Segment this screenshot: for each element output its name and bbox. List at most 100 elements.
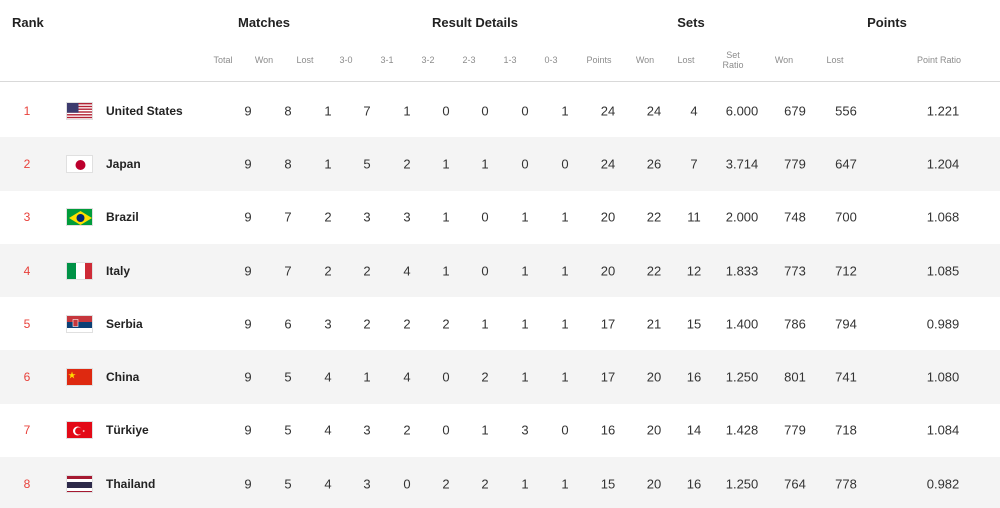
col-lost[interactable]: Lost [296,55,313,65]
team-name[interactable]: Japan [106,157,141,171]
sets-won-cell: 26 [646,156,662,172]
team-name[interactable]: China [106,370,139,384]
r23-cell: 0 [481,103,489,119]
point-ratio-cell: 1.068 [926,209,960,225]
pts-lost-cell: 700 [835,209,857,225]
pts-lost-cell: 718 [835,422,857,438]
col-sets-lost[interactable]: Lost [677,55,694,65]
col-total[interactable]: Total [213,55,232,65]
brazil-flag-icon [66,208,93,227]
pts-won-cell: 801 [784,369,806,385]
r13-cell: 3 [521,422,529,438]
col-points[interactable]: Points [586,55,611,65]
col-set-ratio-line2: Ratio [722,60,744,70]
standings-group-header: Rank Matches Result Details Sets Points [0,0,1000,44]
pts-won-cell: 779 [784,156,806,172]
points-cell: 20 [600,263,616,279]
lost-cell: 1 [324,156,332,172]
total-cell: 9 [244,476,252,492]
sets-won-cell: 20 [646,369,662,385]
sets-header[interactable]: Sets [677,15,704,30]
table-row[interactable]: 5 Serbia 9 6 3 2 2 2 1 1 1 17 21 15 1.400 786 794 0.989 [0,297,1000,350]
r13-cell: 0 [521,156,529,172]
thailand-flag-icon [66,474,93,493]
col-point-ratio[interactable]: Point Ratio [917,55,961,65]
sets-lost-cell: 16 [686,369,702,385]
won-cell: 7 [284,263,292,279]
sets-won-cell: 20 [646,422,662,438]
table-row[interactable]: 4 Italy 9 7 2 2 4 1 0 1 1 20 22 12 1.833 773 712 1.085 [0,243,1000,298]
rank-cell: 7 [23,423,31,438]
r32-cell: 2 [442,476,450,492]
table-row[interactable]: 3 Brazil 9 7 2 3 3 1 0 1 1 20 22 11 2.000 748 700 1.068 [0,191,1000,244]
r30-cell: 7 [363,103,371,119]
table-row[interactable]: 1 United States 9 8 1 7 1 0 0 0 1 24 24 4 6.000 679 556 1… [0,84,1000,137]
col-set-ratio[interactable]: Set Ratio [722,50,743,70]
r30-cell: 3 [363,422,371,438]
r30-cell: 2 [363,316,371,332]
r30-cell: 5 [363,156,371,172]
team-name[interactable]: Serbia [106,317,143,331]
total-cell: 9 [244,209,252,225]
col-1-3[interactable]: 1-3 [503,55,516,65]
lost-cell: 2 [324,209,332,225]
r32-cell: 1 [442,209,450,225]
lost-cell: 4 [324,476,332,492]
turkiye-flag-icon [66,421,93,440]
sets-lost-cell: 14 [686,422,702,438]
team-name[interactable]: United States [106,104,183,118]
col-sets-won[interactable]: Won [636,55,654,65]
table-row[interactable]: 6 China 9 5 4 1 4 0 2 1 1 17 20 16 1.250 801 741 1.080 [0,350,1000,404]
points-header[interactable]: Points [867,15,907,30]
team-name[interactable]: Thailand [106,477,155,491]
matches-header[interactable]: Matches [238,15,290,30]
r13-cell: 0 [521,103,529,119]
col-won[interactable]: Won [255,55,273,65]
pts-lost-cell: 556 [835,103,857,119]
rank-cell: 5 [23,316,31,331]
r23-cell: 1 [481,316,489,332]
china-flag-icon [66,368,93,387]
r23-cell: 2 [481,369,489,385]
won-cell: 8 [284,156,292,172]
total-cell: 9 [244,156,252,172]
col-points-won[interactable]: Won [775,55,793,65]
team-name[interactable]: Brazil [106,210,139,224]
r03-cell: 1 [561,316,569,332]
table-row[interactable]: 2 Japan 9 8 1 5 2 1 1 0 0 24 26 7 3.714 779 647 1.204 [0,137,1000,191]
col-2-3[interactable]: 2-3 [462,55,475,65]
team-name[interactable]: Italy [106,264,130,278]
point-ratio-cell: 1.085 [926,263,960,279]
r13-cell: 1 [521,209,529,225]
table-row[interactable]: 8 Thailand 9 5 4 3 0 2 2 1 1 15 20 16 1.250 764 778 0.982 [0,457,1000,508]
col-3-0[interactable]: 3-0 [339,55,352,65]
r31-cell: 4 [403,263,411,279]
r32-cell: 0 [442,422,450,438]
col-points-lost[interactable]: Lost [826,55,843,65]
point-ratio-cell: 0.989 [926,316,960,332]
point-ratio-cell: 1.084 [926,422,960,438]
won-cell: 5 [284,369,292,385]
set-ratio-cell: 1.250 [725,476,759,492]
set-ratio-cell: 6.000 [725,103,759,119]
team-name[interactable]: Türkiye [106,423,149,437]
r30-cell: 2 [363,263,371,279]
serbia-flag-icon [66,314,93,333]
japan-flag-icon [66,154,93,173]
r03-cell: 1 [561,263,569,279]
sets-won-cell: 20 [646,476,662,492]
table-row[interactable]: 7 Türkiye 9 5 4 3 2 0 1 3 0 16 20 14 1.428 779 718 1.084 [0,404,1000,457]
col-0-3[interactable]: 0-3 [544,55,557,65]
r03-cell: 1 [561,369,569,385]
col-3-2[interactable]: 3-2 [421,55,434,65]
result-details-header[interactable]: Result Details [432,15,518,30]
rank-cell: 4 [23,263,31,278]
r03-cell: 0 [561,422,569,438]
r23-cell: 2 [481,476,489,492]
r31-cell: 4 [403,369,411,385]
rank-cell: 6 [23,370,31,385]
col-3-1[interactable]: 3-1 [380,55,393,65]
sets-won-cell: 21 [646,316,662,332]
rank-header[interactable]: Rank [12,15,44,30]
rank-cell: 3 [23,210,31,225]
